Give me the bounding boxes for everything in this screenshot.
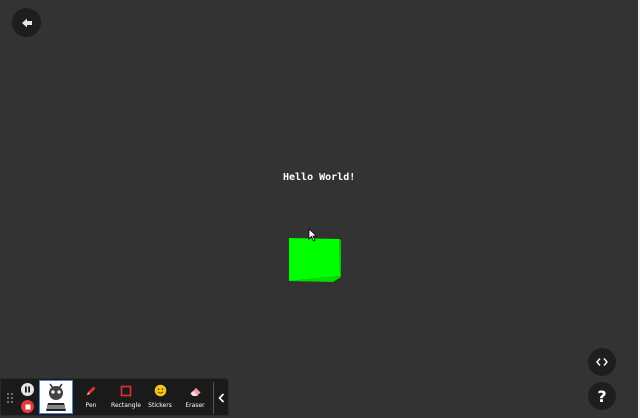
rectangle-tool-button[interactable]: Rectangle [109,382,143,414]
eraser-tool-label: Eraser [185,402,205,409]
recording-thumbnail[interactable] [39,380,73,414]
drawing-toolbar: Pen Rectangle Stickers Eraser [0,378,229,416]
smiley-icon [154,384,166,397]
stickers-tool-button[interactable]: Stickers [146,382,174,414]
mouse-cursor-icon [308,228,318,242]
code-toggle-button[interactable] [588,348,616,376]
stop-icon [25,404,30,409]
rectangle-icon [120,385,132,396]
eraser-icon [190,387,200,396]
back-button[interactable] [12,8,41,37]
canvas-stage[interactable]: Hello World! ? Pen Rectangle Stickers Er… [0,0,640,418]
rectangle-tool-label: Rectangle [111,402,141,409]
pen-icon [87,386,96,395]
help-label: ? [597,386,607,406]
green-cube[interactable] [289,238,341,282]
pause-icon [25,386,30,393]
help-button[interactable]: ? [588,382,616,410]
pen-tool-button[interactable]: Pen [81,382,101,414]
pause-recording-button[interactable] [21,383,34,396]
canvas-text: Hello World! [283,172,356,183]
eraser-tool-button[interactable]: Eraser [182,382,208,414]
pen-tool-label: Pen [85,402,97,409]
collapse-toolbar-button[interactable] [215,388,227,408]
chevron-left-icon [217,393,224,403]
code-icon [596,358,608,366]
thumbnail-image [40,381,72,413]
stop-recording-button[interactable] [21,400,34,413]
stickers-tool-label: Stickers [148,402,172,409]
drag-handle-icon[interactable] [6,392,14,404]
arrow-left-icon [21,18,32,27]
toolbar-divider [213,382,214,414]
